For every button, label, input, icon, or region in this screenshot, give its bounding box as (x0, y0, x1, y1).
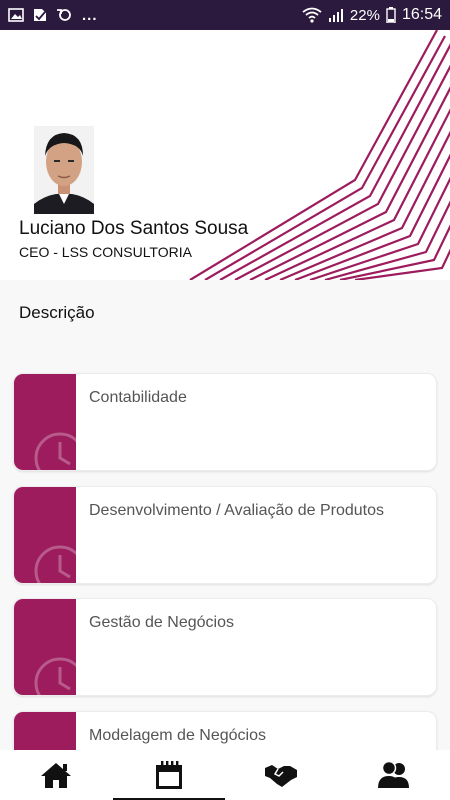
status-time: 16:54 (401, 6, 442, 23)
clock-icon (34, 545, 76, 583)
service-card-gestao[interactable]: Gestão de Negócios (13, 598, 437, 696)
card-accent (14, 599, 76, 695)
sync-icon (56, 7, 74, 23)
clock-icon (34, 432, 76, 470)
profile-role: CEO - LSS CONSULTORIA (19, 244, 192, 260)
wifi-icon (302, 7, 322, 23)
service-card-contabilidade[interactable]: Contabilidade (13, 373, 437, 471)
profile-name: Luciano Dos Santos Sousa (19, 218, 249, 239)
contacts-icon (377, 760, 409, 788)
home-icon (41, 763, 72, 788)
avatar (34, 126, 94, 214)
card-accent (14, 487, 76, 583)
card-title: Modelagem de Negócios (89, 727, 266, 744)
nav-partners[interactable] (225, 750, 338, 800)
signal-icon (328, 8, 344, 22)
card-title: Gestão de Negócios (89, 614, 234, 631)
nav-home[interactable] (0, 750, 113, 800)
status-left: ... (8, 7, 98, 24)
nav-calendar[interactable] (112, 750, 226, 800)
handshake-icon (265, 765, 298, 787)
status-bar: ... 22% 16:54 (0, 0, 450, 30)
battery-percent: 22% (349, 6, 380, 24)
nav-contacts[interactable] (338, 750, 450, 800)
battery-icon (386, 7, 396, 23)
bottom-nav (0, 750, 450, 800)
clock-icon (34, 657, 76, 695)
status-overflow: ... (82, 6, 98, 24)
card-title: Contabilidade (89, 389, 187, 406)
checklist-icon (32, 7, 48, 23)
status-right: 22% 16:54 (302, 6, 442, 24)
service-card-desenvolvimento[interactable]: Desenvolvimento / Avaliação de Produtos (13, 486, 437, 584)
profile-header: Luciano Dos Santos Sousa CEO - LSS CONSU… (0, 30, 450, 280)
card-title: Desenvolvimento / Avaliação de Produtos (89, 502, 384, 519)
image-icon (8, 8, 24, 22)
card-accent (14, 374, 76, 470)
description-label: Descrição (19, 303, 95, 322)
calendar-icon (155, 761, 182, 789)
